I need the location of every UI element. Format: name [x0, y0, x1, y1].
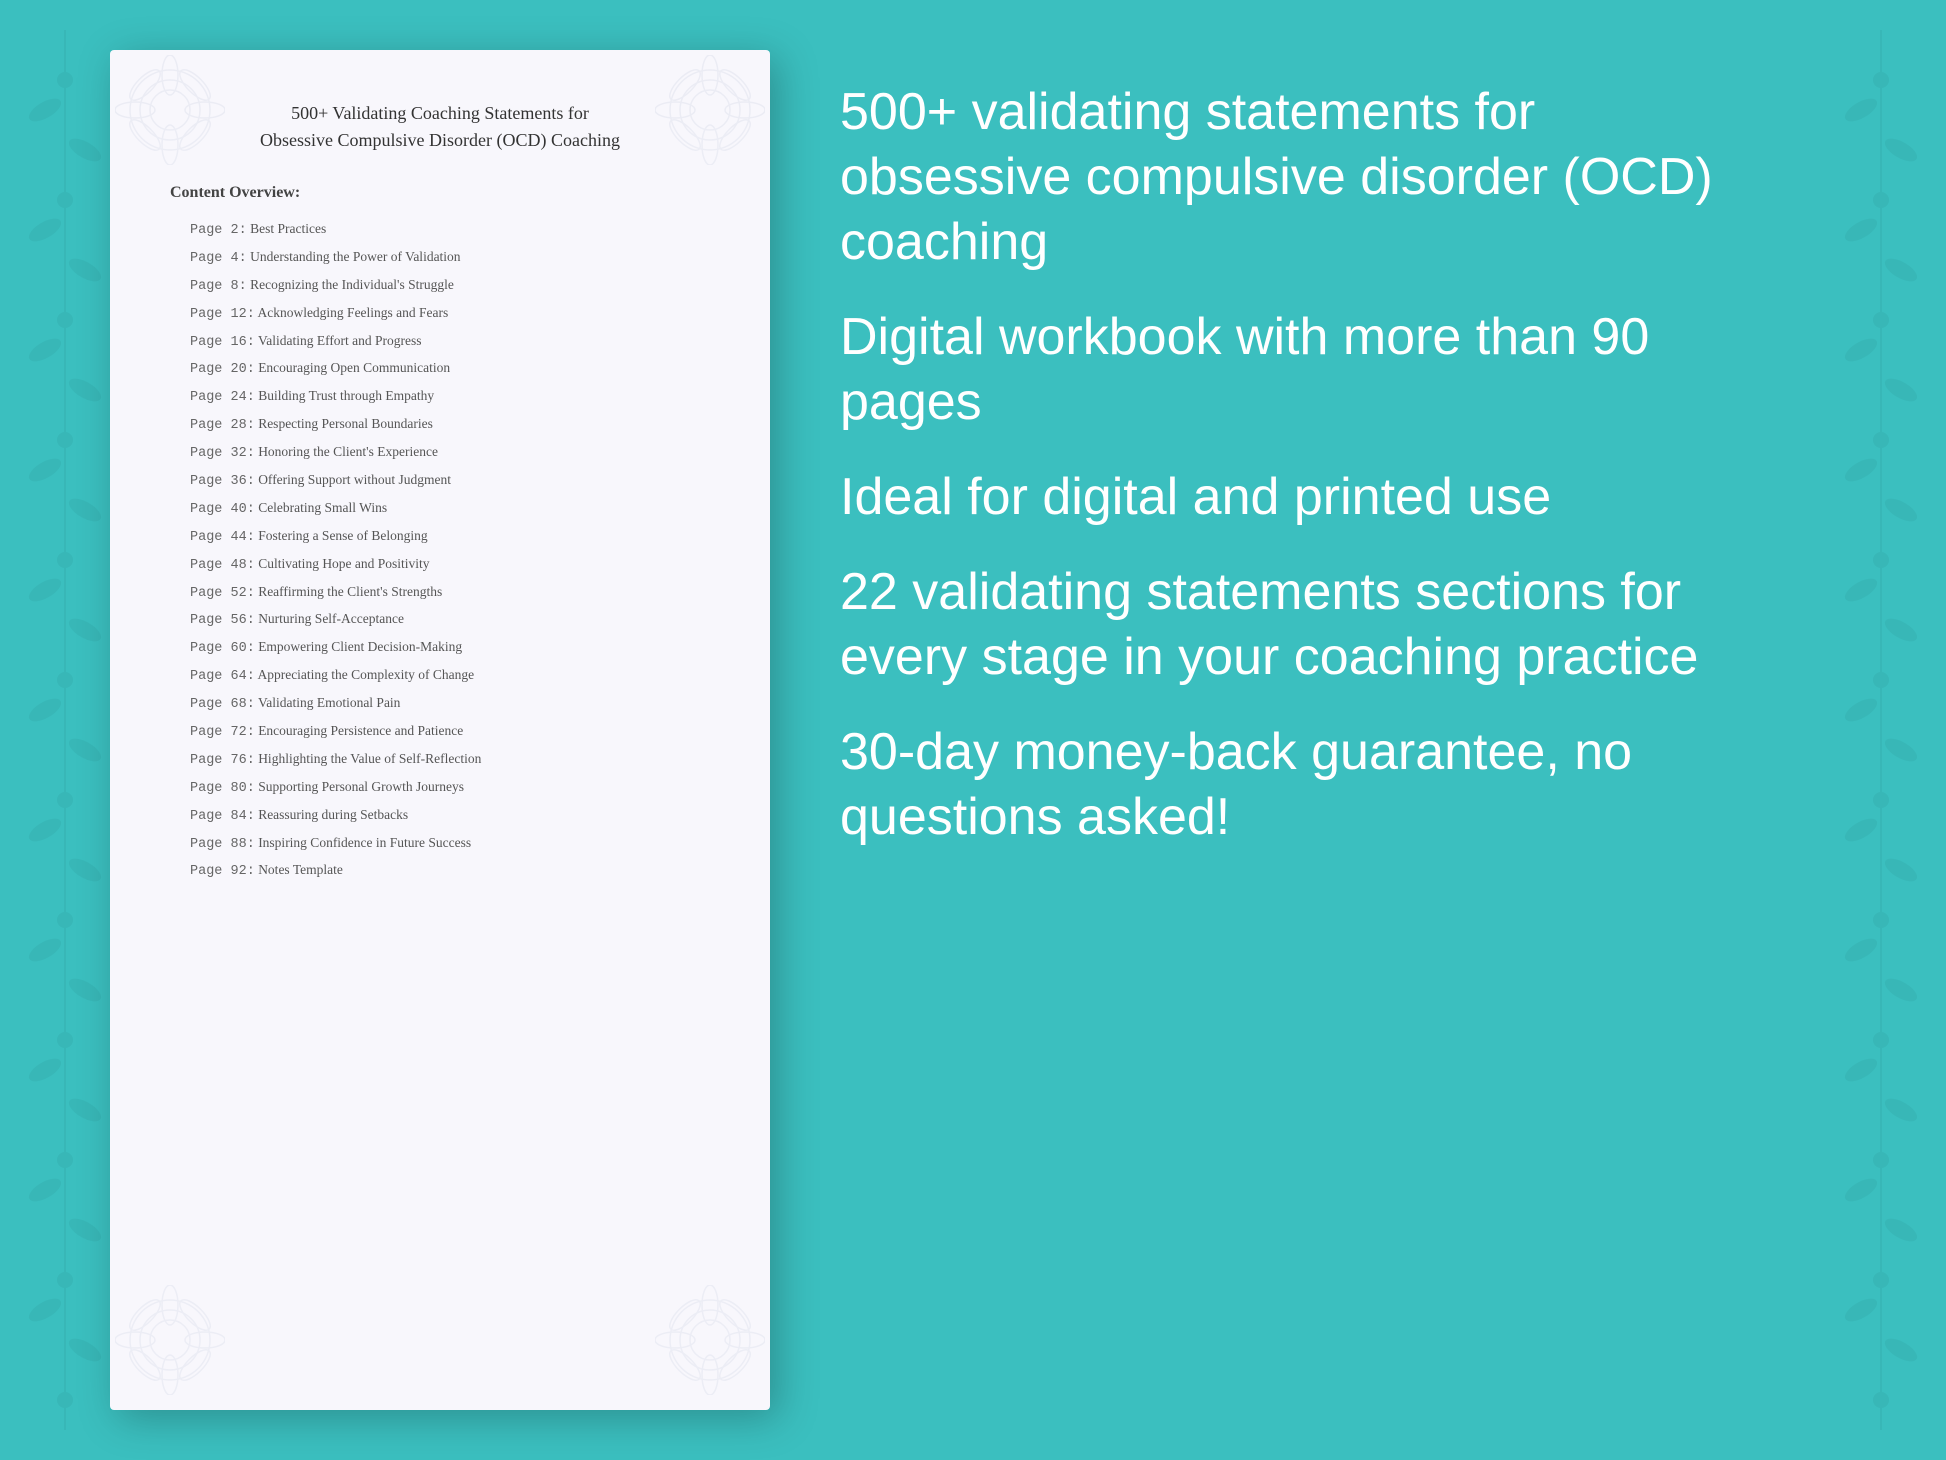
toc-item: Page 68: Validating Emotional Pain	[170, 694, 710, 715]
feature-feature5: 30-day money-back guarantee, no question…	[840, 720, 1760, 850]
document-title: 500+ Validating Coaching Statements for …	[170, 100, 710, 154]
feature-feature4: 22 validating statements sections for ev…	[840, 560, 1760, 690]
corner-decoration-bl	[115, 1285, 235, 1405]
toc-item: Page 72: Encouraging Persistence and Pat…	[170, 722, 710, 743]
toc-item: Page 28: Respecting Personal Boundaries	[170, 415, 710, 436]
toc-item: Page 84: Reassuring during Setbacks	[170, 806, 710, 827]
features-panel: 500+ validating statements for obsessive…	[820, 60, 1820, 1400]
feature-text-feature5: 30-day money-back guarantee, no question…	[840, 720, 1760, 850]
corner-decoration-br	[645, 1285, 765, 1405]
toc-item: Page 56: Nurturing Self-Acceptance	[170, 610, 710, 631]
toc-item: Page 24: Building Trust through Empathy	[170, 387, 710, 408]
corner-decoration-tl	[115, 55, 235, 175]
feature-feature3: Ideal for digital and printed use	[840, 465, 1760, 530]
toc-item: Page 44: Fostering a Sense of Belonging	[170, 527, 710, 548]
toc-item: Page 20: Encouraging Open Communication	[170, 359, 710, 380]
table-of-contents: Page 2: Best Practices Page 4: Understand…	[170, 220, 710, 882]
toc-item: Page 2: Best Practices	[170, 220, 710, 241]
toc-item: Page 12: Acknowledging Feelings and Fear…	[170, 304, 710, 325]
toc-item: Page 80: Supporting Personal Growth Jour…	[170, 778, 710, 799]
floral-border-right	[1816, 0, 1946, 1460]
toc-item: Page 36: Offering Support without Judgme…	[170, 471, 710, 492]
toc-item: Page 16: Validating Effort and Progress	[170, 332, 710, 353]
toc-item: Page 88: Inspiring Confidence in Future …	[170, 834, 710, 855]
corner-decoration-tr	[645, 55, 765, 175]
toc-item: Page 40: Celebrating Small Wins	[170, 499, 710, 520]
toc-item: Page 76: Highlighting the Value of Self-…	[170, 750, 710, 771]
toc-item: Page 60: Empowering Client Decision-Maki…	[170, 638, 710, 659]
feature-text-feature4: 22 validating statements sections for ev…	[840, 560, 1760, 690]
toc-item: Page 8: Recognizing the Individual's Str…	[170, 276, 710, 297]
toc-item: Page 52: Reaffirming the Client's Streng…	[170, 583, 710, 604]
feature-text-feature3: Ideal for digital and printed use	[840, 465, 1760, 530]
toc-item: Page 32: Honoring the Client's Experienc…	[170, 443, 710, 464]
toc-item: Page 92: Notes Template	[170, 861, 710, 882]
feature-text-feature2: Digital workbook with more than 90 pages	[840, 305, 1760, 435]
document-card: 500+ Validating Coaching Statements for …	[110, 50, 770, 1410]
feature-feature2: Digital workbook with more than 90 pages	[840, 305, 1760, 435]
feature-feature1: 500+ validating statements for obsessive…	[840, 80, 1760, 275]
toc-item: Page 48: Cultivating Hope and Positivity	[170, 555, 710, 576]
feature-text-feature1: 500+ validating statements for obsessive…	[840, 80, 1760, 275]
toc-item: Page 64: Appreciating the Complexity of …	[170, 666, 710, 687]
toc-item: Page 4: Understanding the Power of Valid…	[170, 248, 710, 269]
content-overview-label: Content Overview:	[170, 184, 710, 202]
